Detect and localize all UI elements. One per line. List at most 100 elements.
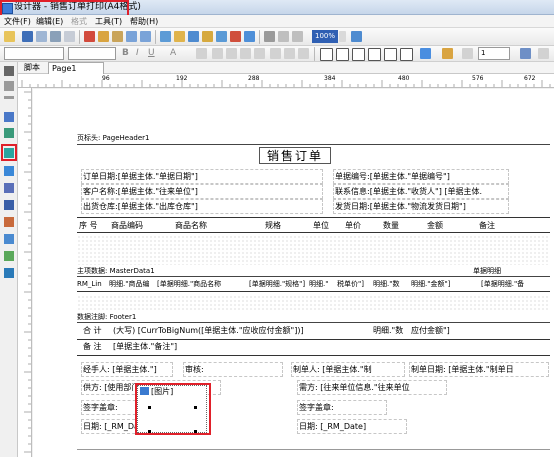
page-setup-icon[interactable] bbox=[244, 31, 255, 42]
maker-field[interactable]: 制单人: [单据主体."制 bbox=[291, 362, 405, 377]
footer-label: 数据注脚: Footer1 bbox=[77, 313, 137, 321]
frame-left-icon[interactable] bbox=[368, 48, 381, 61]
doc-number-field[interactable]: 单据编号:[单据主体."单据编号"] bbox=[333, 169, 509, 184]
underline-icon[interactable]: U bbox=[148, 48, 155, 58]
frame-all-icon[interactable] bbox=[320, 48, 333, 61]
zoom-select[interactable]: 100% bbox=[312, 30, 338, 43]
redo-icon[interactable] bbox=[140, 31, 151, 42]
text-object-icon[interactable] bbox=[4, 112, 14, 122]
warehouse-field[interactable]: 出货仓库:[单据主体."出库仓库"] bbox=[81, 199, 323, 214]
divider bbox=[4, 96, 14, 99]
copy-icon[interactable] bbox=[98, 31, 109, 42]
exit-icon[interactable] bbox=[351, 31, 362, 42]
highlight-icon[interactable] bbox=[196, 48, 207, 59]
subreport-object-icon[interactable] bbox=[4, 166, 14, 176]
editor-tab-bar: 脚本 Page1 bbox=[18, 62, 554, 74]
insert-table-icon[interactable] bbox=[188, 31, 199, 42]
frame-top-icon[interactable] bbox=[336, 48, 349, 61]
font-name-select[interactable] bbox=[4, 47, 64, 60]
menu-tools[interactable]: 工具(T) bbox=[95, 16, 122, 27]
chart-object-icon[interactable] bbox=[4, 200, 14, 210]
tab-script[interactable]: 脚本 bbox=[21, 62, 43, 74]
report-title[interactable]: 销售订单 bbox=[259, 147, 331, 164]
line-style-icon[interactable] bbox=[462, 48, 473, 59]
barcode-object-icon[interactable] bbox=[4, 217, 14, 227]
table-cell: RM_Lin bbox=[77, 280, 102, 288]
delete-icon[interactable] bbox=[230, 31, 241, 42]
customer-field[interactable]: 客户名称:[单据主体."往来单位"] bbox=[81, 184, 323, 199]
ruler-label: 384 bbox=[324, 75, 336, 82]
font-size-select[interactable] bbox=[68, 47, 116, 60]
handler-field[interactable]: 经手人: [单据主体."] bbox=[81, 362, 173, 377]
insert-chart-icon[interactable] bbox=[216, 31, 227, 42]
font-color-icon[interactable]: A bbox=[170, 48, 176, 58]
justify-icon[interactable] bbox=[254, 48, 265, 59]
frame-none-icon[interactable] bbox=[400, 48, 413, 61]
column-header: 规格 bbox=[265, 221, 281, 230]
design-canvas[interactable]: 页标头: PageHeader1 销售订单 订单日期:[单据主体."单据日期"]… bbox=[33, 89, 554, 457]
seal-right-field[interactable]: 签字盖章: bbox=[297, 400, 387, 415]
date-right-field[interactable]: 日期: [_RM_Date] bbox=[297, 419, 407, 434]
zoom-icon[interactable] bbox=[4, 81, 14, 91]
valign-top-icon[interactable] bbox=[270, 48, 281, 59]
buyer-field[interactable]: 需方: [往来单位信息."往来单位 bbox=[297, 380, 447, 395]
more-icon[interactable] bbox=[538, 48, 549, 59]
align-grid-icon[interactable] bbox=[278, 31, 289, 42]
detail-row[interactable]: RM_Lin 明细."商品编 [单据明细."商品名称 [单据明细."规格"] 明… bbox=[77, 278, 550, 292]
fit-grid-icon[interactable] bbox=[292, 31, 303, 42]
insert-image-icon[interactable] bbox=[202, 31, 213, 42]
total-quantity: 明细."数 bbox=[373, 326, 404, 335]
band-divider bbox=[77, 322, 550, 323]
ruler-ticks bbox=[24, 91, 31, 453]
checkbox-object-icon[interactable] bbox=[4, 268, 14, 278]
undo-icon[interactable] bbox=[126, 31, 137, 42]
object-toolbar bbox=[0, 62, 18, 457]
menu-file[interactable]: 文件(F) bbox=[4, 16, 31, 27]
properties-icon[interactable] bbox=[520, 48, 531, 59]
cut-icon[interactable] bbox=[84, 31, 95, 42]
frame-bottom-icon[interactable] bbox=[352, 48, 365, 61]
shape-object-icon[interactable] bbox=[4, 234, 14, 244]
align-left-icon[interactable] bbox=[212, 48, 223, 59]
insert-band-icon[interactable] bbox=[160, 31, 171, 42]
contact-field[interactable]: 联系信息:[单据主体."收货人"] [单据主体. bbox=[333, 184, 509, 199]
line-width-select[interactable]: 1 bbox=[478, 47, 510, 60]
grid-icon[interactable] bbox=[264, 31, 275, 42]
bold-icon[interactable]: B bbox=[122, 48, 129, 58]
make-date-field[interactable]: 制单日期: [单据主体."制单日 bbox=[409, 362, 549, 377]
order-date-field[interactable]: 订单日期:[单据主体."单据日期"] bbox=[81, 169, 323, 184]
select-cursor-icon[interactable] bbox=[4, 66, 14, 76]
approver-field[interactable]: 审核: bbox=[183, 362, 283, 377]
line-object-icon[interactable] bbox=[4, 183, 14, 193]
menu-edit[interactable]: 编辑(E) bbox=[36, 16, 63, 27]
insert-field-icon[interactable] bbox=[174, 31, 185, 42]
save-icon[interactable] bbox=[22, 31, 33, 42]
table-cell: 明细."商品编 bbox=[109, 280, 150, 288]
toolbar-standard: 100% bbox=[0, 28, 554, 46]
align-center-icon[interactable] bbox=[226, 48, 237, 59]
menu-help[interactable]: 帮助(H) bbox=[130, 16, 158, 27]
chevron-down-icon[interactable] bbox=[339, 31, 346, 42]
remark-row[interactable]: 备 注 [单据主体."备注"] bbox=[77, 340, 550, 356]
open-icon[interactable] bbox=[4, 31, 15, 42]
frame-right-icon[interactable] bbox=[384, 48, 397, 61]
band-object-icon[interactable] bbox=[4, 128, 14, 138]
menu-format[interactable]: 格式 bbox=[71, 16, 87, 27]
preview-icon[interactable] bbox=[36, 31, 47, 42]
find-icon[interactable] bbox=[64, 31, 75, 42]
line-color-icon[interactable] bbox=[442, 48, 453, 59]
total-row[interactable]: 合 计 (大写) [CurrToBigNum([单据主体."应收应付金额"])]… bbox=[77, 324, 550, 340]
italic-icon[interactable]: I bbox=[136, 48, 139, 58]
valign-bottom-icon[interactable] bbox=[298, 48, 309, 59]
align-right-icon[interactable] bbox=[240, 48, 251, 59]
table-cell: 税单价"] bbox=[337, 280, 364, 288]
paste-icon[interactable] bbox=[112, 31, 123, 42]
richtext-object-icon[interactable] bbox=[4, 251, 14, 261]
seal-left-field[interactable]: 签字盖章: bbox=[81, 400, 141, 415]
valign-middle-icon[interactable] bbox=[284, 48, 295, 59]
print-icon[interactable] bbox=[50, 31, 61, 42]
tab-page1[interactable]: Page1 bbox=[48, 62, 104, 74]
fill-color-icon[interactable] bbox=[420, 48, 431, 59]
ship-date-field[interactable]: 发货日期:[单据主体."物流发货日期"] bbox=[333, 199, 509, 214]
band-divider bbox=[77, 449, 550, 450]
